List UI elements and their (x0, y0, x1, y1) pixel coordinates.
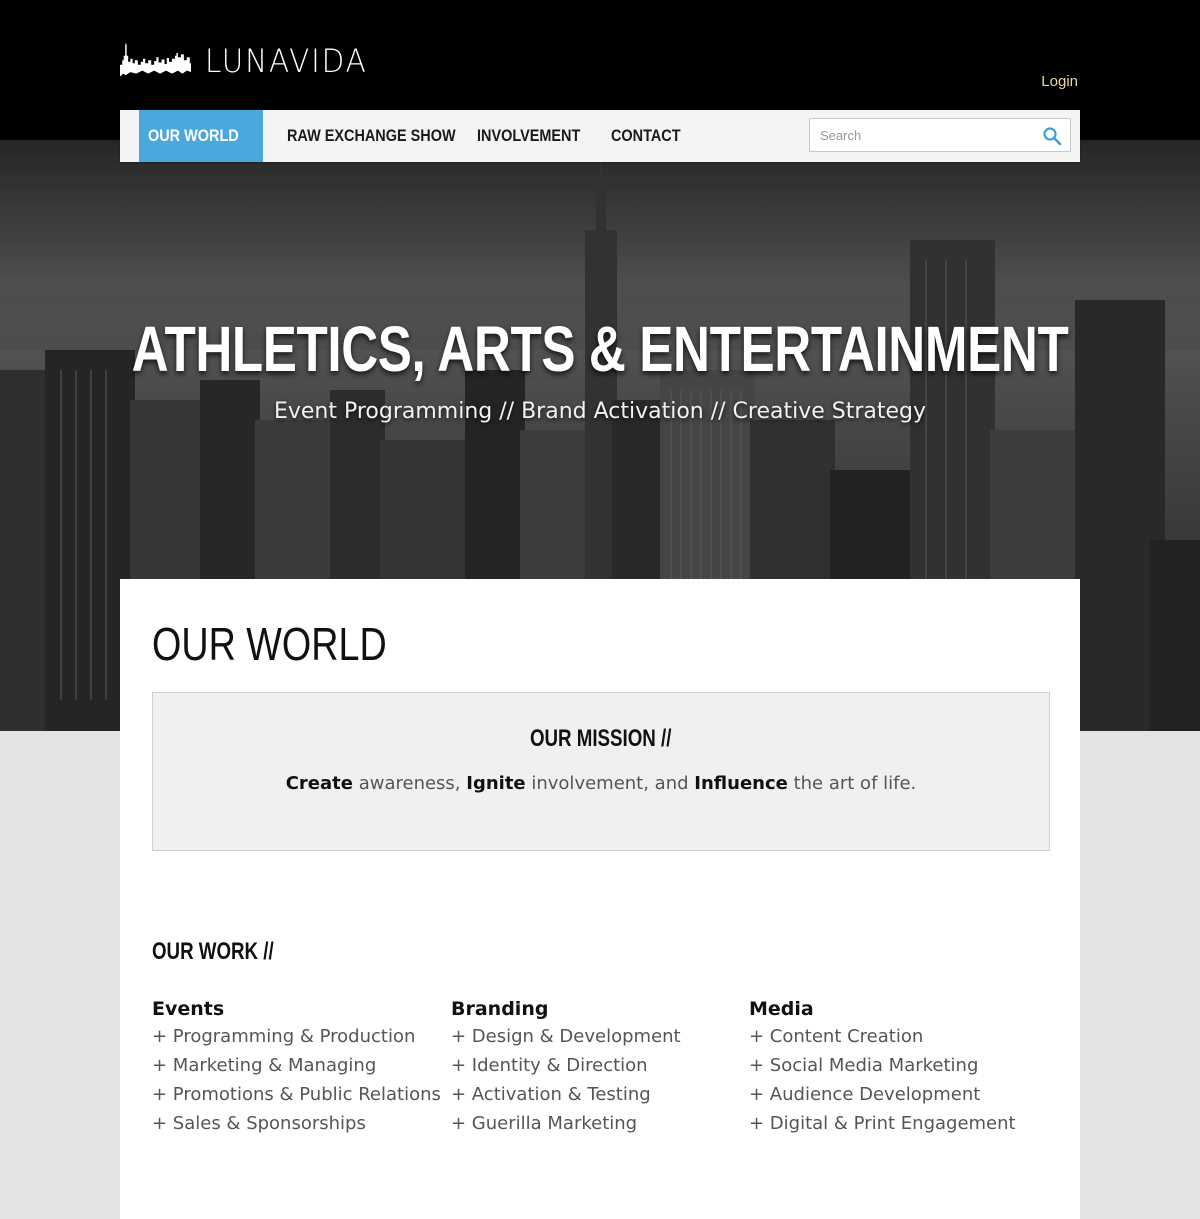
list-item: + Activation & Testing (451, 1084, 651, 1105)
list-item: + Sales & Sponsorships (152, 1113, 366, 1134)
search-input[interactable] (810, 119, 1030, 151)
nav-item-our-world[interactable]: OUR WORLD (139, 110, 263, 162)
work-column-branding: Branding + Design & Development + Identi… (451, 996, 741, 1138)
column-title: Branding (451, 998, 549, 1020)
column-title: Events (152, 998, 225, 1020)
list-item: + Identity & Direction (451, 1055, 648, 1076)
main-nav: OUR WORLD RAW EXCHANGE SHOW INVOLVEMENT … (120, 110, 1080, 162)
list-item: + Content Creation (749, 1026, 924, 1047)
mission-word-ignite: Ignite (466, 773, 526, 794)
skyline-icon (120, 42, 192, 77)
nav-item-contact[interactable]: CONTACT (611, 110, 693, 162)
list-item: + Social Media Marketing (749, 1055, 979, 1076)
page-title: OUR WORLD (152, 618, 387, 670)
mission-text-part: awareness, (352, 773, 467, 794)
logo-text: LUNAVIDA (205, 42, 368, 80)
work-heading: OUR WORK // (152, 938, 274, 965)
mission-heading: OUR MISSION // (530, 725, 672, 752)
mission-text: Create awareness, Ignite involvement, an… (153, 773, 1049, 794)
hero-subtitle: Event Programming // Brand Activation //… (273, 399, 927, 424)
list-item: + Audience Development (749, 1084, 981, 1105)
mission-word-create: Create (285, 773, 353, 794)
login-link[interactable]: Login (1041, 73, 1078, 90)
work-column-media: Media + Content Creation + Social Media … (749, 996, 1039, 1138)
search-box (809, 118, 1071, 152)
mission-text-part: the art of life. (787, 773, 917, 794)
nav-item-label: INVOLVEMENT (477, 126, 581, 145)
list-item: + Promotions & Public Relations (152, 1084, 441, 1105)
nav-item-raw-exchange-show[interactable]: RAW EXCHANGE SHOW (287, 110, 485, 162)
logo[interactable]: LUNAVIDA (120, 36, 382, 86)
list-item: + Digital & Print Engagement (749, 1113, 1016, 1134)
list-item: + Marketing & Managing (152, 1055, 377, 1076)
nav-item-label: CONTACT (611, 126, 681, 145)
list-item: + Design & Development (451, 1026, 681, 1047)
mission-box: OUR MISSION // Create awareness, Ignite … (152, 692, 1050, 851)
search-icon[interactable] (1042, 126, 1062, 146)
column-title: Media (749, 998, 814, 1020)
hero-title: ATHLETICS, ARTS & ENTERTAINMENT (131, 313, 1069, 385)
nav-item-label: OUR WORLD (147, 126, 239, 145)
work-column-events: Events + Programming & Production + Mark… (152, 996, 442, 1138)
mission-text-part: involvement, and (525, 773, 695, 794)
main-content: OUR WORLD OUR MISSION // Create awarenes… (120, 579, 1080, 1219)
list-item: + Programming & Production (152, 1026, 416, 1047)
mission-word-influence: Influence (694, 773, 788, 794)
nav-item-label: RAW EXCHANGE SHOW (287, 126, 456, 145)
list-item: + Guerilla Marketing (451, 1113, 638, 1134)
nav-item-involvement[interactable]: INVOLVEMENT (477, 110, 599, 162)
